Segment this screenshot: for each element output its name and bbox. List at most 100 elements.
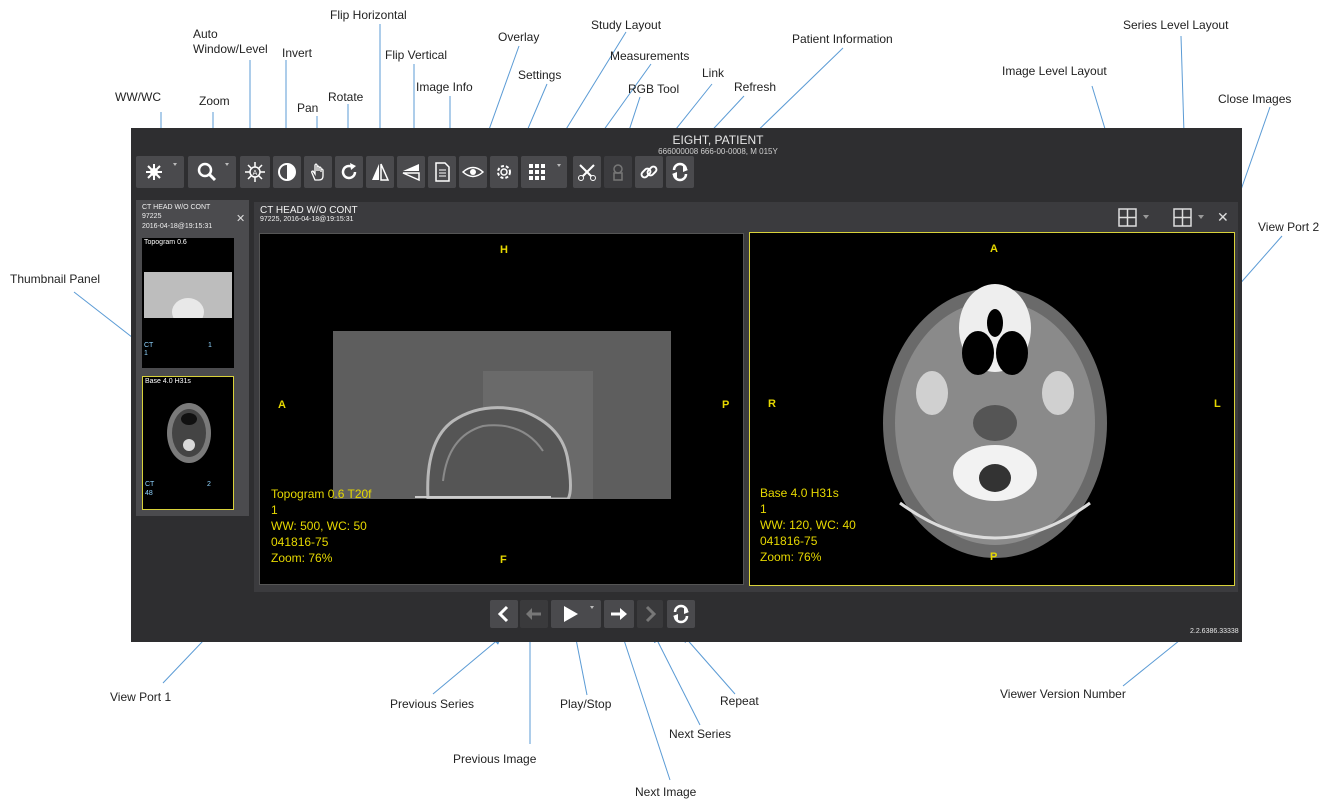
ww-wc-button[interactable] (136, 156, 184, 188)
annotation-view-port-2: View Port 2 (1258, 220, 1320, 234)
image-level-layout-button[interactable] (1118, 208, 1152, 228)
window-level: WW: 120, WC: 40 (760, 518, 856, 532)
viewport-overlay-text: Topogram 0.6 T20f 1 WW: 500, WC: 50 0418… (271, 486, 372, 566)
next-series-button[interactable] (637, 600, 663, 628)
play-stop-button[interactable] (551, 600, 601, 628)
orientation-right: P (722, 399, 730, 411)
annotation-close-images: Close Images (1218, 92, 1292, 106)
flip-vertical-button[interactable] (397, 156, 425, 188)
zoom-level: Zoom: 76% (271, 551, 333, 565)
orientation-left: A (278, 399, 286, 411)
pan-button[interactable] (304, 156, 332, 188)
rgb-tool-button[interactable] (604, 156, 632, 188)
patient-information: EIGHT, PATIENT 666000008 666-00-0008, M … (618, 133, 818, 156)
image-info-button[interactable] (428, 156, 456, 188)
annotation-next-image: Next Image (635, 785, 697, 799)
refresh-icon (672, 162, 688, 182)
thumbnail-modality: CT (145, 481, 155, 488)
annotation-auto-window-level-2: Window/Level (193, 42, 268, 56)
next-image-button[interactable] (604, 600, 634, 628)
viewport-1[interactable]: H A P F Topogram 0.6 T20f 1 WW: 500, WC:… (259, 233, 744, 585)
thumbnail-study-date: 2016-04-18@19:15:31 (142, 223, 213, 230)
arrow-left-icon (526, 608, 541, 620)
thumbnail-count: 1 (144, 350, 148, 357)
annotation-ww-wc: WW/WC (115, 90, 161, 104)
repeat-icon (673, 604, 689, 624)
thumbnail-label: Topogram 0.6 (144, 239, 187, 246)
overlay-button[interactable] (459, 156, 487, 188)
arrow-previous-series (432, 636, 502, 695)
refresh-button[interactable] (666, 156, 694, 188)
annotation-zoom: Zoom (199, 94, 230, 108)
window-level: WW: 500, WC: 50 (271, 519, 367, 533)
annotation-flip-vertical: Flip Vertical (385, 48, 448, 62)
annotation-patient-information: Patient Information (792, 32, 893, 46)
orientation-top: A (990, 243, 998, 255)
orientation-top: H (500, 244, 508, 256)
annotation-series-level-layout: Series Level Layout (1123, 18, 1229, 32)
annotation-auto-window-level-1: Auto (193, 27, 218, 41)
arrow-repeat (682, 634, 736, 695)
auto-window-level-button[interactable]: A (240, 156, 270, 188)
zoom-level: Zoom: 76% (760, 550, 822, 564)
layout-grid-icon (1173, 208, 1204, 227)
viewport-2[interactable]: A R L P Base 4.0 H31s 1 WW: 120, WC: 40 … (749, 232, 1235, 586)
hand-icon (311, 163, 324, 181)
invert-button[interactable] (273, 156, 301, 188)
annotation-refresh: Refresh (734, 80, 777, 94)
series-level-layout-button[interactable] (1173, 208, 1207, 228)
invert-icon (278, 163, 296, 181)
link-button[interactable] (635, 156, 663, 188)
zoom-button[interactable] (188, 156, 236, 188)
accession-number: 041816-75 (271, 535, 329, 549)
axial-ct-image (883, 284, 1107, 558)
image-number: 1 (760, 502, 767, 516)
grid-icon (529, 164, 561, 180)
annotation-link: Link (702, 66, 725, 80)
orientation-bottom: F (500, 554, 507, 566)
chevron-left-icon (497, 605, 509, 623)
layout-grid-icon (1118, 208, 1149, 227)
orientation-right: L (1214, 398, 1221, 410)
study-title: CT HEAD W/O CONT (260, 205, 358, 216)
annotation-invert: Invert (282, 46, 313, 60)
topogram-image (333, 331, 671, 499)
auto-window-icon: A (245, 162, 265, 182)
annotation-previous-series: Previous Series (390, 697, 475, 711)
thumbnail-study-id: 97225 (142, 213, 162, 220)
thumbnail-base[interactable]: Base 4.0 H31s CT 48 2 (142, 376, 234, 510)
close-images-icon[interactable]: ✕ (1217, 210, 1229, 224)
repeat-button[interactable] (667, 600, 695, 628)
arrow-play-stop (572, 632, 588, 696)
annotation-view-port-1: View Port 1 (110, 690, 172, 704)
annotation-rotate: Rotate (328, 90, 364, 104)
series-description: Topogram 0.6 T20f (271, 487, 372, 501)
thumbnail-close-icon[interactable]: ✕ (236, 212, 245, 226)
previous-series-button[interactable] (490, 600, 518, 628)
link-icon (640, 165, 658, 179)
measurements-button[interactable] (573, 156, 601, 188)
orientation-left: R (768, 398, 776, 410)
annotation-thumbnail-panel: Thumbnail Panel (10, 272, 101, 286)
orientation-bottom: P (990, 551, 998, 563)
image-number: 1 (271, 503, 278, 517)
annotation-repeat: Repeat (720, 694, 759, 708)
rotate-button[interactable] (335, 156, 363, 188)
arrow-right-icon (611, 608, 627, 620)
study-layout-button[interactable] (521, 156, 567, 188)
thumbnail-label: Base 4.0 H31s (145, 378, 191, 385)
previous-image-button[interactable] (520, 600, 548, 628)
viewport-overlay-text: Base 4.0 H31s 1 WW: 120, WC: 40 041816-7… (760, 485, 856, 565)
annotation-image-info: Image Info (416, 80, 473, 94)
arrow-next-image (620, 632, 671, 781)
flip-horizontal-button[interactable] (366, 156, 394, 188)
thumbnail-study-title: CT HEAD W/O CONT (142, 204, 211, 211)
thumbnail-index: 2 (207, 481, 211, 488)
flip-vertical-icon (402, 164, 420, 182)
settings-button[interactable] (490, 156, 518, 188)
thumbnail-topogram[interactable]: Topogram 0.6 CT 1 1 (142, 238, 234, 368)
annotation-image-level-layout: Image Level Layout (1002, 64, 1107, 78)
annotation-study-layout: Study Layout (591, 18, 662, 32)
document-icon (435, 162, 450, 182)
annotation-next-series: Next Series (669, 727, 732, 741)
